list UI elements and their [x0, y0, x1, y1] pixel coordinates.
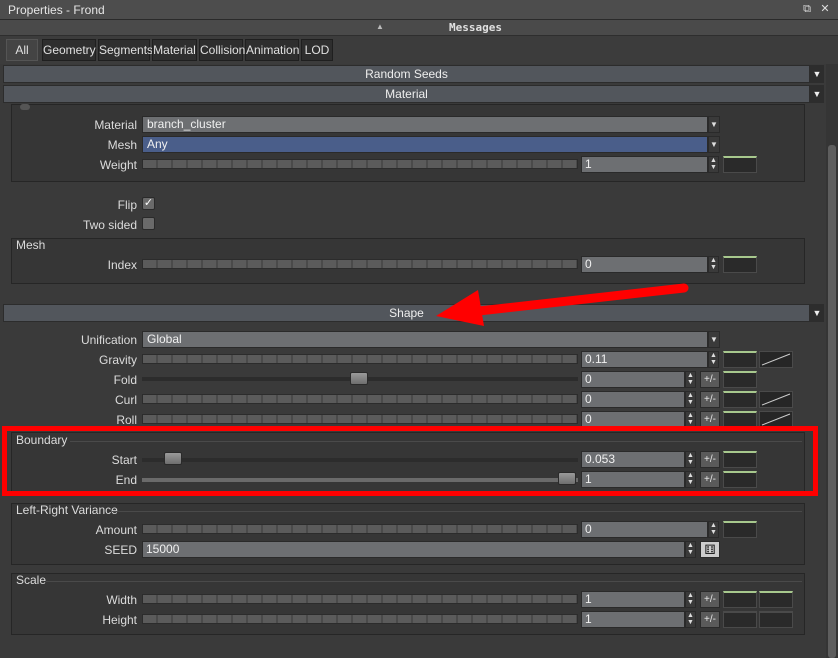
fold-spinner[interactable]: ▲ ▼ [685, 371, 696, 388]
weight-slider[interactable] [142, 159, 578, 169]
random-seeds-header[interactable]: Random Seeds [3, 65, 810, 83]
mesh-dropdown-icon[interactable]: ▼ [708, 136, 720, 153]
index-label: Index [107, 258, 137, 272]
unification-label: Unification [80, 333, 137, 347]
random-seeds-dropdown-icon[interactable]: ▼ [810, 65, 824, 83]
tab-material[interactable]: Material [152, 39, 197, 61]
height-curve-button[interactable] [723, 611, 757, 628]
fold-variance-button[interactable]: +/- [700, 371, 720, 388]
curl-label: Curl [114, 393, 137, 407]
tab-segments[interactable]: Segments [98, 39, 153, 61]
curl-slider[interactable] [142, 394, 578, 404]
two-sided-checkbox[interactable] [142, 217, 155, 230]
height-curve-button-2[interactable] [759, 611, 793, 628]
curl-spinner[interactable]: ▲ ▼ [685, 391, 696, 408]
index-value[interactable]: 0 [581, 256, 708, 273]
width-curve-button-2[interactable] [759, 591, 793, 608]
red-arrow-annotation [436, 283, 689, 326]
tab-all[interactable]: All [6, 39, 38, 61]
fold-value[interactable]: 0 [581, 371, 685, 388]
weight-spinner[interactable]: ▲ ▼ [708, 156, 719, 173]
left-right-variance-title: Left-Right Variance [16, 503, 118, 517]
group-grip-icon [20, 104, 30, 110]
tab-collision[interactable]: Collision [199, 39, 245, 61]
gravity-label: Gravity [98, 353, 137, 367]
amount-curve-button[interactable] [723, 521, 757, 538]
index-spinner[interactable]: ▲ ▼ [708, 256, 719, 273]
seed-label: SEED [104, 543, 137, 557]
gravity-curve-button[interactable] [723, 351, 757, 368]
mesh-group-title: Mesh [16, 238, 46, 252]
index-curve-button[interactable] [723, 256, 757, 273]
width-value[interactable]: 1 [581, 591, 685, 608]
gravity-value[interactable]: 0.11 [581, 351, 708, 368]
width-variance-button[interactable]: +/- [700, 591, 720, 608]
restore-icon[interactable]: ⧉ [800, 2, 814, 16]
messages-bar[interactable]: ▲ Messages [0, 20, 838, 36]
amount-spinner[interactable]: ▲ ▼ [708, 521, 719, 538]
seed-spinner[interactable]: ▲ ▼ [685, 541, 696, 558]
gravity-spinner[interactable]: ▲ ▼ [708, 351, 719, 368]
tab-lod[interactable]: LOD [301, 39, 333, 61]
weight-curve-button[interactable] [723, 156, 757, 173]
window-title: Properties - Frond [8, 3, 105, 17]
amount-value[interactable]: 0 [581, 521, 708, 538]
randomize-seed-dice-icon[interactable]: ⚅ [700, 541, 720, 558]
fold-curve-button[interactable] [723, 371, 757, 388]
gravity-curve-preview[interactable] [759, 351, 793, 368]
material-label: Material [94, 118, 137, 132]
mesh-label: Mesh [107, 138, 137, 152]
close-icon[interactable]: ✕ [818, 2, 832, 16]
seed-value[interactable]: 15000 [142, 541, 685, 558]
mesh-select[interactable]: Any [142, 136, 708, 153]
collapse-triangle-icon: ▲ [376, 22, 384, 31]
fold-label: Fold [113, 373, 137, 387]
height-spinner[interactable]: ▲ ▼ [685, 611, 696, 628]
height-value[interactable]: 1 [581, 611, 685, 628]
fold-slider-thumb[interactable] [350, 372, 368, 385]
roll-label: Roll [116, 413, 137, 427]
scrollbar-thumb[interactable] [828, 145, 836, 658]
curve-line-icon [761, 393, 791, 406]
roll-slider[interactable] [142, 414, 578, 424]
curve-line-icon [761, 353, 791, 366]
amount-slider[interactable] [142, 524, 578, 534]
scale-title: Scale [16, 573, 47, 587]
flip-label: Flip [117, 198, 137, 212]
material-select[interactable]: branch_cluster [142, 116, 708, 133]
scale-divider [46, 581, 802, 582]
height-label: Height [102, 613, 137, 627]
material-header[interactable]: Material [3, 85, 810, 103]
highlight-box-annotation [2, 426, 818, 496]
height-variance-button[interactable]: +/- [700, 611, 720, 628]
width-slider[interactable] [142, 594, 578, 604]
weight-label: Weight [99, 158, 137, 172]
lr-variance-divider [112, 511, 802, 512]
curl-variance-button[interactable]: +/- [700, 391, 720, 408]
messages-label: Messages [449, 21, 502, 34]
flip-checkbox[interactable]: ✓ [142, 197, 155, 210]
gravity-slider[interactable] [142, 354, 578, 364]
tab-animation[interactable]: Animation [245, 39, 299, 61]
curl-curve-button[interactable] [723, 391, 757, 408]
shape-dropdown-icon[interactable]: ▼ [810, 304, 824, 322]
unification-select[interactable]: Global [142, 331, 708, 348]
height-slider[interactable] [142, 614, 578, 624]
title-bar: Properties - Frond ⧉ ✕ [0, 0, 838, 20]
curve-line-icon [761, 413, 791, 426]
curl-curve-preview[interactable] [759, 391, 793, 408]
index-slider[interactable] [142, 259, 578, 269]
tab-bar: All Geometry Segments Material Collision… [0, 36, 838, 64]
material-dropdown-icon-2[interactable]: ▼ [708, 116, 720, 133]
unification-dropdown-icon[interactable]: ▼ [708, 331, 720, 348]
width-curve-button[interactable] [723, 591, 757, 608]
two-sided-label: Two sided [82, 218, 137, 232]
amount-label: Amount [95, 523, 137, 537]
curl-value[interactable]: 0 [581, 391, 685, 408]
width-label: Width [106, 593, 137, 607]
width-spinner[interactable]: ▲ ▼ [685, 591, 696, 608]
weight-value[interactable]: 1 [581, 156, 708, 173]
tab-geometry[interactable]: Geometry [42, 39, 96, 61]
material-dropdown-icon[interactable]: ▼ [810, 85, 824, 103]
